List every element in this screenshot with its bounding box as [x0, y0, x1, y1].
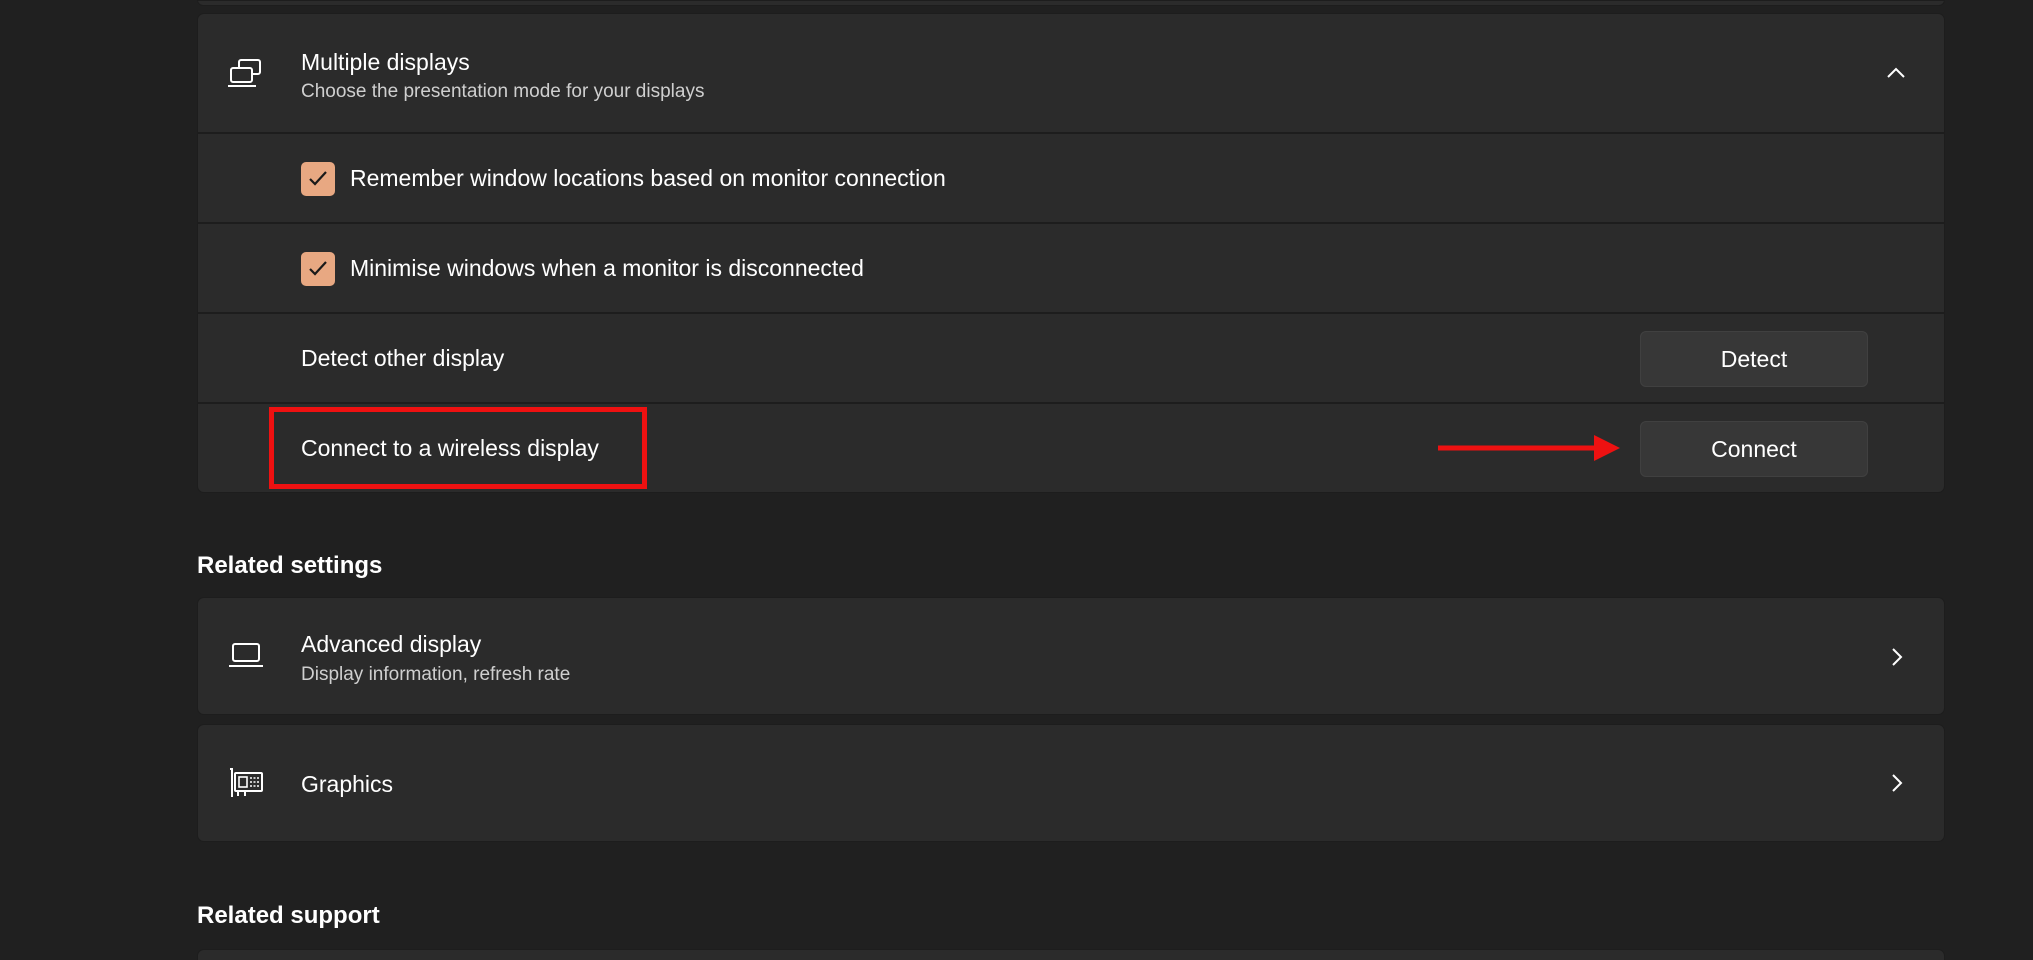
minimise-windows-row: Minimise windows when a monitor is disco…	[198, 222, 1944, 312]
graphics-title: Graphics	[301, 771, 394, 797]
minimise-windows-checkbox[interactable]	[301, 252, 335, 286]
chevron-up-icon[interactable]	[1884, 61, 1908, 85]
advanced-display-title: Advanced display	[301, 631, 482, 657]
multiple-displays-icon	[228, 58, 264, 94]
previous-card-edge	[197, 0, 1945, 6]
advanced-display-card[interactable]: Advanced display Display information, re…	[197, 597, 1945, 715]
detect-display-label: Detect other display	[301, 345, 505, 371]
multiple-displays-header[interactable]: Multiple displays Choose the presentatio…	[198, 14, 1944, 132]
multiple-displays-title: Multiple displays	[301, 49, 470, 75]
remember-windows-label: Remember window locations based on monit…	[350, 165, 946, 191]
settings-page: Multiple displays Choose the presentatio…	[0, 0, 2033, 960]
multiple-displays-subtitle: Choose the presentation mode for your di…	[301, 81, 705, 102]
annotation-highlight-box	[269, 407, 647, 489]
chevron-right-icon	[1884, 771, 1908, 795]
checkmark-icon	[309, 261, 327, 276]
related-support-card-edge	[197, 949, 1945, 960]
graphics-card-icon	[228, 767, 264, 803]
remember-windows-checkbox[interactable]	[301, 162, 335, 196]
related-settings-heading: Related settings	[197, 552, 383, 579]
related-support-heading: Related support	[197, 902, 380, 929]
detect-display-row: Detect other display Detect	[198, 312, 1944, 402]
connect-button[interactable]: Connect	[1640, 421, 1868, 477]
chevron-right-icon	[1884, 645, 1908, 669]
detect-button[interactable]: Detect	[1640, 331, 1868, 387]
annotation-arrow-icon	[1438, 435, 1620, 461]
advanced-display-subtitle: Display information, refresh rate	[301, 664, 571, 685]
checkmark-icon	[309, 171, 327, 186]
graphics-card[interactable]: Graphics	[197, 724, 1945, 842]
laptop-icon	[228, 640, 264, 676]
remember-windows-row: Remember window locations based on monit…	[198, 132, 1944, 222]
minimise-windows-label: Minimise windows when a monitor is disco…	[350, 255, 864, 281]
